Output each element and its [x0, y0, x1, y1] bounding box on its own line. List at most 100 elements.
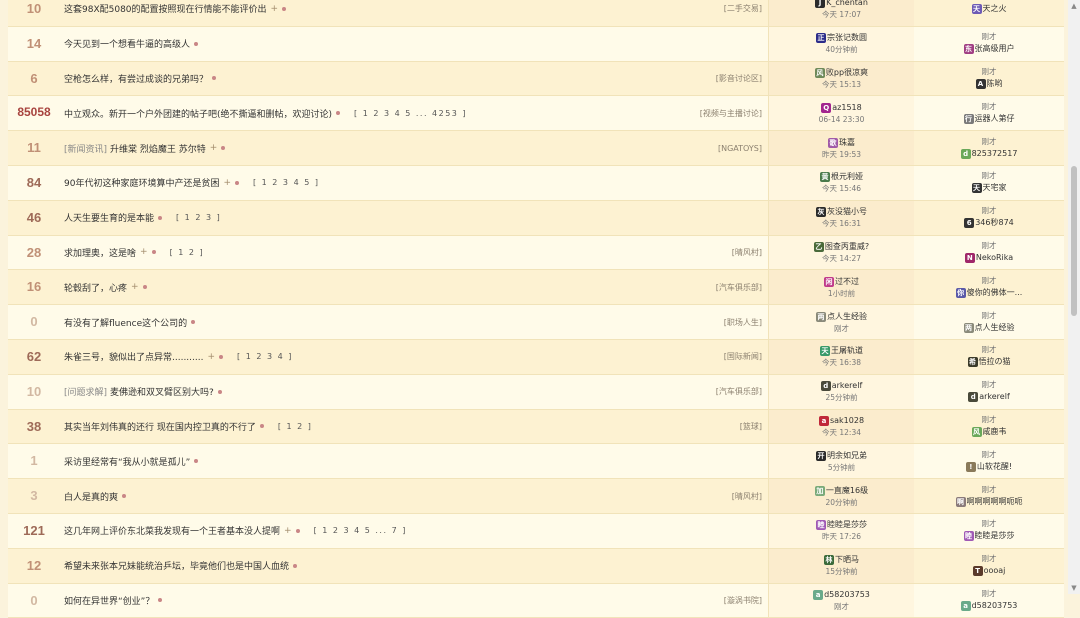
author-user[interactable]: 歌珠嘉 [828, 137, 855, 148]
author-user[interactable]: 乙图查丙重威? [813, 241, 869, 252]
forum-tag[interactable]: [影音讨论区] [716, 73, 768, 84]
author-name[interactable]: 珠嘉 [839, 138, 855, 148]
last-replier-user[interactable]: Toooaj [972, 566, 1005, 577]
thread-title-link[interactable]: 采访里经常有“我从小就是孤儿” [64, 455, 190, 468]
last-replier-name[interactable]: 咸鹿韦 [983, 427, 1007, 437]
author-user[interactable]: 黄根元利娅 [820, 172, 863, 183]
page-links[interactable]: [ 1 2 3 ] [176, 213, 221, 222]
thread-title-link[interactable]: 朱雀三号，貌似出了点异常........... [64, 350, 203, 363]
page-links[interactable]: [ 1 2 3 4 5 ... 7 ] [314, 526, 407, 535]
last-replier-user[interactable]: 睦睦睦是莎莎 [963, 531, 1015, 542]
thread-title-link[interactable]: 90年代初这种家庭环境算中产还是贫困 [64, 176, 219, 189]
author-name[interactable]: 王屠轨道 [831, 346, 863, 356]
thread-title-link[interactable]: 空枪怎么样，有尝过成谈的兄弟吗？ [64, 72, 208, 85]
author-user[interactable]: 两点人生经验 [816, 311, 867, 322]
expand-plus-icon[interactable]: + [131, 282, 139, 292]
author-name[interactable]: 宗张记数圆 [827, 33, 867, 43]
expand-plus-icon[interactable]: + [210, 143, 218, 153]
thread-title-link[interactable]: 其实当年刘伟真的还行 现在国内控卫真的不行了 [64, 420, 256, 433]
author-name[interactable]: arkerelf [832, 381, 863, 391]
author-user[interactable]: a sak1028 [818, 415, 864, 426]
last-replier-user[interactable]: 两点人生经验 [963, 322, 1015, 333]
last-replier-name[interactable]: arkerelf [979, 392, 1010, 402]
author-name[interactable]: 点人生经验 [827, 312, 867, 322]
author-user[interactable]: 天王屠轨道 [820, 346, 863, 357]
author-user[interactable]: a d58203753 [813, 589, 870, 600]
last-replier-user[interactable]: a d58203753 [960, 600, 1018, 611]
last-replier-name[interactable]: 张高级用户 [975, 44, 1015, 54]
last-replier-user[interactable]: d 825372517 [960, 148, 1018, 159]
last-replier-user[interactable]: 啊啊啊啊啊啊呃呃 [955, 496, 1023, 507]
last-replier-name[interactable]: 陈哟 [987, 79, 1003, 89]
scrollbar-thumb[interactable] [1071, 166, 1077, 316]
thread-title-link[interactable]: 今天见到一个想看牛逼的高级人 [64, 37, 190, 50]
last-replier-user[interactable]: 希悟拉の猫 [967, 357, 1011, 368]
forum-tag[interactable]: [视频与主播讨论] [700, 108, 768, 119]
thread-prefix-tag[interactable]: [新闻资讯] [64, 142, 107, 155]
author-name[interactable]: 下晒马 [835, 555, 859, 565]
author-name[interactable]: 灰没猫小号 [827, 207, 867, 217]
forum-tag[interactable]: [晴风村] [732, 247, 768, 258]
author-name[interactable]: 明余如兄弟 [827, 451, 867, 461]
forum-tag[interactable]: [职场人生] [724, 317, 768, 328]
thread-title-link[interactable]: 这套98X配5080的配置按照现在行情能不能评价出 [64, 2, 267, 15]
last-replier-user[interactable]: N NekoRika [964, 252, 1013, 263]
author-name[interactable]: 败pp很凉爽 [826, 68, 868, 78]
page-links[interactable]: [ 1 2 ] [170, 248, 205, 257]
scroll-up-arrow-icon[interactable]: ▲ [1068, 0, 1080, 12]
forum-tag[interactable]: [漩涡书院] [724, 595, 768, 606]
author-user[interactable]: d arkerelf [820, 381, 863, 392]
author-name[interactable]: 图查丙重威? [825, 242, 869, 252]
thread-title-link[interactable]: 希望未来张本兄妹能统治乒坛，毕竟他们也是中国人血统 [64, 559, 289, 572]
last-replier-name[interactable]: d58203753 [972, 601, 1018, 611]
author-name[interactable]: K_chentan [826, 0, 868, 8]
author-name[interactable]: 根元利娅 [831, 172, 863, 182]
forum-tag[interactable]: [晴风村] [732, 491, 768, 502]
expand-plus-icon[interactable]: + [223, 178, 231, 188]
author-user[interactable]: 加一直魔16级 [814, 485, 868, 496]
last-replier-name[interactable]: 346秒874 [975, 218, 1014, 228]
author-user[interactable]: 正宗张记数圆 [816, 33, 867, 44]
last-replier-user[interactable]: 风咸鹿韦 [971, 426, 1007, 437]
author-name[interactable]: d58203753 [824, 590, 870, 600]
author-user[interactable]: Qaz1518 [821, 102, 862, 113]
thread-title-link[interactable]: 人天生要生育的是本能 [64, 211, 154, 224]
forum-tag[interactable]: [篮球] [740, 421, 768, 432]
author-user[interactable]: 灰灰没猫小号 [816, 207, 867, 218]
thread-title-link[interactable]: 轮毂刮了，心疼 [64, 281, 127, 294]
last-replier-user[interactable]: 天天宅家 [971, 183, 1007, 194]
thread-title-link[interactable]: 白人是真的爽 [64, 490, 118, 503]
author-user[interactable]: 开明余如兄弟 [816, 450, 867, 461]
expand-plus-icon[interactable]: + [207, 352, 215, 362]
forum-tag[interactable]: [国际新闻] [724, 351, 768, 362]
last-replier-name[interactable]: NekoRika [976, 253, 1013, 263]
author-name[interactable]: az1518 [832, 103, 861, 113]
forum-tag[interactable]: [汽车俱乐部] [716, 282, 768, 293]
thread-title-link[interactable]: 升维棠 烈焰魔王 苏尔特 [110, 142, 206, 155]
page-links[interactable]: [ 1 2 3 4 5 ] [253, 178, 319, 187]
last-replier-name[interactable]: 点人生经验 [975, 323, 1015, 333]
last-replier-user[interactable]: 你傻你的佛体一... [955, 287, 1022, 298]
author-name[interactable]: 过不过 [835, 277, 859, 287]
last-replier-name[interactable]: 啊啊啊啊啊呃呃 [967, 497, 1023, 507]
expand-plus-icon[interactable]: + [271, 4, 279, 14]
thread-prefix-tag[interactable]: [问题求解] [64, 385, 107, 398]
author-user[interactable]: 睦睦睦是莎莎 [816, 520, 867, 531]
author-user[interactable]: 风败pp很凉爽 [814, 67, 868, 78]
last-replier-user[interactable]: 行运器人第仔 [963, 113, 1015, 124]
scroll-down-arrow-icon[interactable]: ▼ [1068, 582, 1080, 594]
last-replier-name[interactable]: 天之火 [983, 4, 1007, 14]
forum-tag[interactable]: [二手交易] [724, 3, 768, 14]
last-replier-user[interactable]: A 陈哟 [975, 78, 1003, 89]
author-user[interactable]: 林下晒马 [824, 555, 859, 566]
author-user[interactable]: J K_chentan [815, 0, 868, 9]
last-replier-name[interactable]: 825372517 [972, 149, 1018, 159]
thread-title-link[interactable]: 求加理奥，这是啥 [64, 246, 136, 259]
forum-tag[interactable]: [汽车俱乐部] [716, 386, 768, 397]
page-scrollbar[interactable]: ▲ ▼ [1068, 0, 1080, 594]
last-replier-user[interactable]: ! 山软花醒! [965, 461, 1012, 472]
thread-title-link[interactable]: 这几年网上评价东北菜我发现有一个王者基本没人提啊 [64, 524, 280, 537]
thread-title-link[interactable]: 有没有了解fluence这个公司的 [64, 316, 187, 329]
last-replier-name[interactable]: 天宅家 [983, 183, 1007, 193]
thread-title-link[interactable]: 如何在异世界“创业”？ [64, 594, 154, 607]
